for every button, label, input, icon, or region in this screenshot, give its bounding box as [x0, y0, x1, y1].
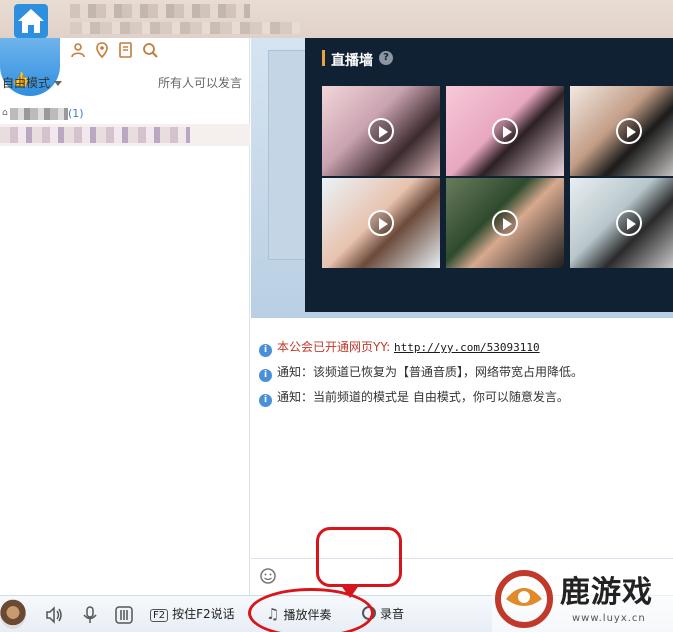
watermark: 鹿游戏 www.luyx.cn: [492, 565, 673, 632]
annotation-highlight-ellipse: [248, 588, 374, 632]
microphone-icon[interactable]: [82, 605, 98, 625]
watermark-text: 鹿游戏: [560, 575, 653, 610]
live-thumbnail[interactable]: [446, 178, 564, 268]
live-thumbnail[interactable]: [446, 86, 564, 176]
play-icon[interactable]: [492, 118, 518, 144]
deer-logo-icon: [495, 570, 553, 628]
left-panel: 👍 自由模式 所有人可以发言 ⌂ (1): [0, 4, 250, 595]
emoji-icon[interactable]: [259, 567, 279, 587]
live-wall-panel: 直播墙 ?: [305, 38, 673, 312]
push-to-talk-label: 按住F2说话: [172, 607, 235, 621]
info-icon: i: [259, 344, 272, 357]
play-icon[interactable]: [368, 118, 394, 144]
channel-name-blurred: [10, 108, 68, 120]
mode-row: 自由模式 所有人可以发言: [0, 71, 250, 93]
info-icon: i: [259, 369, 272, 382]
play-icon[interactable]: [492, 210, 518, 236]
live-thumbnail[interactable]: [570, 86, 673, 176]
message-text: 通知：该频道已恢复为【普通音质】，网络带宽占用降低。: [277, 365, 584, 379]
speak-permission-label: 所有人可以发言: [157, 76, 242, 90]
user-name-blurred: [0, 127, 190, 143]
help-icon[interactable]: ?: [379, 51, 393, 65]
location-icon[interactable]: [94, 42, 110, 59]
chat-message: i 通知：该频道已恢复为【普通音质】，网络带宽占用降低。: [259, 363, 583, 382]
channel-title-blurred: [70, 4, 250, 18]
user-list-item[interactable]: [0, 124, 250, 146]
mode-dropdown[interactable]: 自由模式: [2, 74, 63, 91]
watermark-url: www.luyx.cn: [572, 613, 646, 624]
message-text: 通知：当前频道的模式是 自由模式，你可以随意发言。: [277, 390, 569, 404]
notes-icon[interactable]: [118, 42, 134, 58]
chat-message: i 通知：当前频道的模式是 自由模式，你可以随意发言。: [259, 388, 569, 407]
home-small-icon: ⌂: [2, 108, 8, 118]
equalizer-icon[interactable]: [114, 605, 134, 625]
live-thumbnail[interactable]: [570, 178, 673, 268]
video-frame: [268, 50, 308, 260]
channel-icon-row: [70, 42, 158, 59]
info-icon: i: [259, 394, 272, 407]
search-icon[interactable]: [142, 42, 158, 58]
play-icon[interactable]: [616, 210, 642, 236]
home-icon: [14, 4, 48, 38]
members-icon[interactable]: [70, 42, 86, 58]
live-thumbnail[interactable]: [322, 178, 440, 268]
annotation-speech-bubble: [316, 527, 402, 587]
speaker-icon[interactable]: [44, 605, 64, 625]
live-wall-title: 直播墙: [331, 53, 373, 69]
message-link[interactable]: http://yy.com/53093110: [394, 341, 540, 354]
message-text: 本公会已开通网页YY:: [277, 340, 391, 354]
channel-tree-row[interactable]: ⌂ (1): [0, 104, 250, 124]
channel-header: [0, 0, 673, 38]
channel-count: (1): [68, 107, 84, 120]
chevron-down-icon: [54, 81, 63, 86]
live-thumbnail[interactable]: [322, 86, 440, 176]
chat-area: i 本公会已开通网页YY: http://yy.com/53093110 i 通知：…: [251, 318, 673, 558]
avatar[interactable]: [0, 599, 26, 629]
record-label: 录音: [380, 607, 405, 621]
push-to-talk-button[interactable]: F2 按住F2说话: [150, 605, 235, 625]
f2-key-icon: F2: [150, 609, 169, 622]
play-icon[interactable]: [616, 118, 642, 144]
play-icon[interactable]: [368, 210, 394, 236]
channel-subtitle-blurred: [70, 22, 300, 34]
chat-message: i 本公会已开通网页YY: http://yy.com/53093110: [259, 338, 540, 357]
live-thumbnails: [322, 86, 673, 269]
mode-label: 自由模式: [2, 76, 51, 90]
title-accent-bar: [322, 50, 325, 66]
